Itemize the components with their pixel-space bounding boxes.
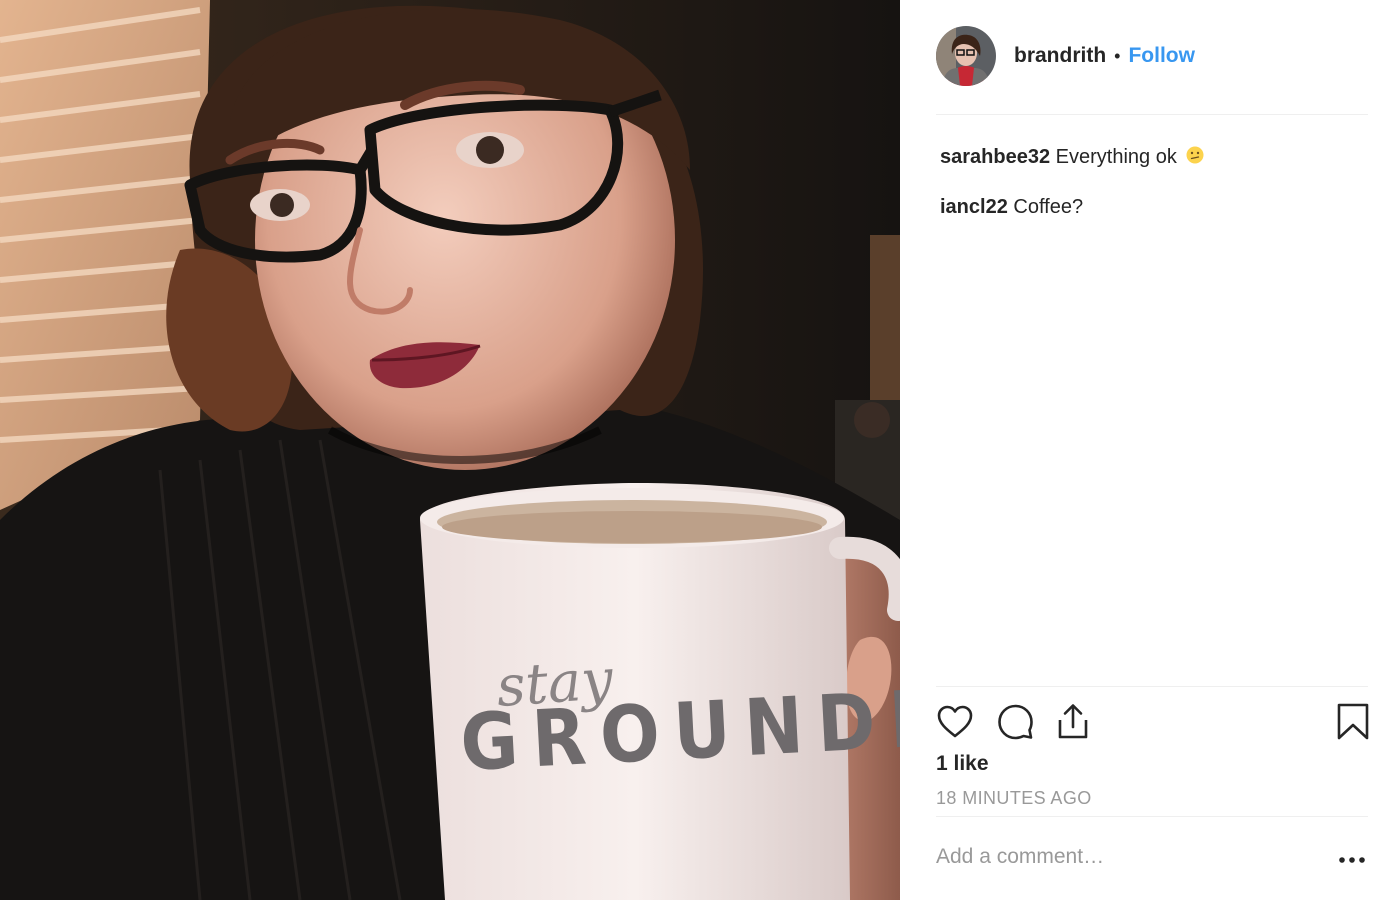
add-comment-input[interactable] — [936, 842, 1296, 872]
post-header: brandrith • Follow — [936, 26, 1368, 86]
follow-button[interactable]: Follow — [1128, 44, 1195, 68]
comment-text: Everything ok — [1055, 146, 1177, 168]
comment-username[interactable]: sarahbee32 — [940, 146, 1050, 168]
comment-username[interactable]: iancl22 — [940, 196, 1008, 218]
comment-divider — [936, 816, 1368, 817]
confused-face-emoji-icon — [1186, 143, 1204, 164]
likes-count[interactable]: 1 like — [936, 752, 989, 776]
more-options-icon[interactable] — [1338, 846, 1366, 870]
post-timestamp[interactable]: 18 MINUTES AGO — [936, 788, 1092, 809]
share-upload-icon[interactable] — [1054, 703, 1092, 741]
action-bar — [936, 703, 1369, 743]
comment-item: sarahbee32 Everything ok — [940, 142, 1368, 172]
speech-bubble-icon[interactable] — [996, 703, 1034, 741]
instagram-post: stay GROUNDED brandrith • Follow sarahbe… — [0, 0, 1398, 900]
post-username[interactable]: brandrith — [1014, 44, 1106, 68]
header-separator: • — [1114, 45, 1121, 66]
post-photo[interactable]: stay GROUNDED — [0, 0, 900, 900]
post-sidebar: brandrith • Follow sarahbee32 Everything… — [900, 0, 1398, 900]
actions-divider — [936, 686, 1368, 687]
avatar[interactable] — [936, 26, 996, 86]
comment-item: iancl22 Coffee? — [940, 192, 1368, 222]
selfie-illustration: stay GROUNDED — [0, 0, 900, 900]
heart-icon[interactable] — [936, 703, 974, 741]
bookmark-icon[interactable] — [1334, 703, 1372, 741]
comment-text: Coffee? — [1013, 196, 1084, 218]
header-divider — [936, 114, 1368, 115]
comments-list: sarahbee32 Everything ok iancl22 Coffee? — [940, 142, 1368, 242]
